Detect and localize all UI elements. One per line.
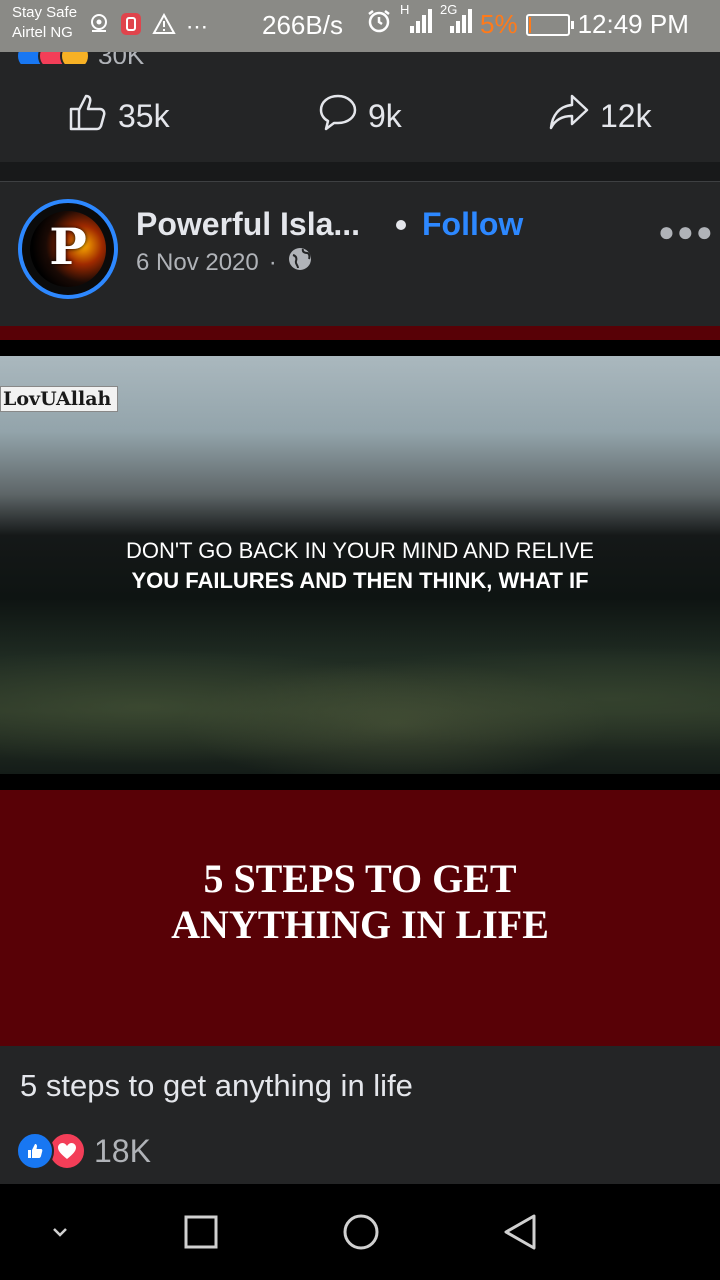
avatar-letter: P [49,217,87,276]
notification-icon [120,12,142,42]
carrier-line-2: Airtel NG [12,24,73,41]
media-letterbox-bottom [0,774,720,790]
video-forest [0,606,720,774]
share-button[interactable]: 12k [548,92,652,140]
follow-button[interactable]: Follow [422,206,523,243]
network-type-2: 2G [440,2,458,17]
globe-icon [287,246,313,279]
video-watermark: LovUAllah [0,386,119,412]
post-separator [0,162,720,182]
previous-post-action-bar: 35k 9k 12k [0,64,720,162]
media-letterbox-top [0,340,720,356]
nav-back-icon[interactable] [500,1212,540,1252]
alarm-icon [366,8,392,41]
share-icon [548,92,590,140]
battery-icon [525,13,574,36]
post-media[interactable]: LovUAllah DON'T GO BACK IN YOUR MIND AND… [0,326,720,1046]
media-title: 5 STEPS TO GET ANYTHING IN LIFE [0,856,720,948]
warning-icon [152,12,176,41]
comment-icon [318,92,358,140]
status-bar: Stay Safe Airtel NG ⋯ 266B/s H 2G 5% 12:… [0,0,720,52]
post-reactions[interactable]: 18K [16,1132,151,1170]
post-options-icon[interactable]: ●●● [658,216,715,248]
battery-percent: 5% [480,9,518,39]
media-title-line-1: 5 STEPS TO GET [203,856,517,901]
signal-icon: H [400,2,432,41]
status-right: H 2G 5% 12:49 PM [366,2,689,41]
location-icon [88,13,110,41]
video-caption-line-1: DON'T GO BACK IN YOUR MIND AND RELIVE [126,538,594,563]
media-title-line-2: ANYTHING IN LIFE [171,902,549,947]
carrier-line-1: Stay Safe [12,4,78,21]
reaction-count: 18K [94,1132,151,1169]
like-icon [68,92,108,140]
more-icon: ⋯ [186,14,208,39]
network-type-1: H [400,2,410,17]
comment-button[interactable]: 9k [318,92,402,140]
share-count: 12k [600,97,652,134]
page-avatar[interactable]: P [18,199,118,299]
carrier-info: Stay Safe Airtel NG [12,3,77,43]
nav-home-icon[interactable] [341,1212,381,1252]
nav-down-icon[interactable] [40,1212,80,1252]
page-name[interactable]: Powerful Isla... [136,206,360,243]
post-meta: 6 Nov 2020 · [136,246,313,279]
video-frame[interactable]: LovUAllah DON'T GO BACK IN YOUR MIND AND… [0,356,720,774]
video-caption-line-2: YOU FAILURES AND THEN THINK, WHAT IF [131,568,589,593]
system-nav-bar [0,1184,720,1280]
like-reaction-icon [16,1132,54,1170]
battery-level [528,16,531,33]
comment-count: 9k [368,97,402,134]
nav-recents-icon[interactable] [181,1212,221,1252]
separator-dot [396,220,406,230]
post-header: P Powerful Isla... Follow ●●● 6 Nov 2020… [0,182,720,326]
post-text[interactable]: 5 steps to get anything in life [20,1068,413,1104]
signal-2-icon: 2G [440,2,472,41]
status-icons: ⋯ [88,12,208,42]
meta-separator: · [268,248,277,276]
network-speed: 266B/s [262,10,343,40]
like-count: 35k [118,97,170,134]
clock: 12:49 PM [577,9,689,39]
post-date[interactable]: 6 Nov 2020 [136,249,259,277]
like-button[interactable]: 35k [68,92,170,140]
